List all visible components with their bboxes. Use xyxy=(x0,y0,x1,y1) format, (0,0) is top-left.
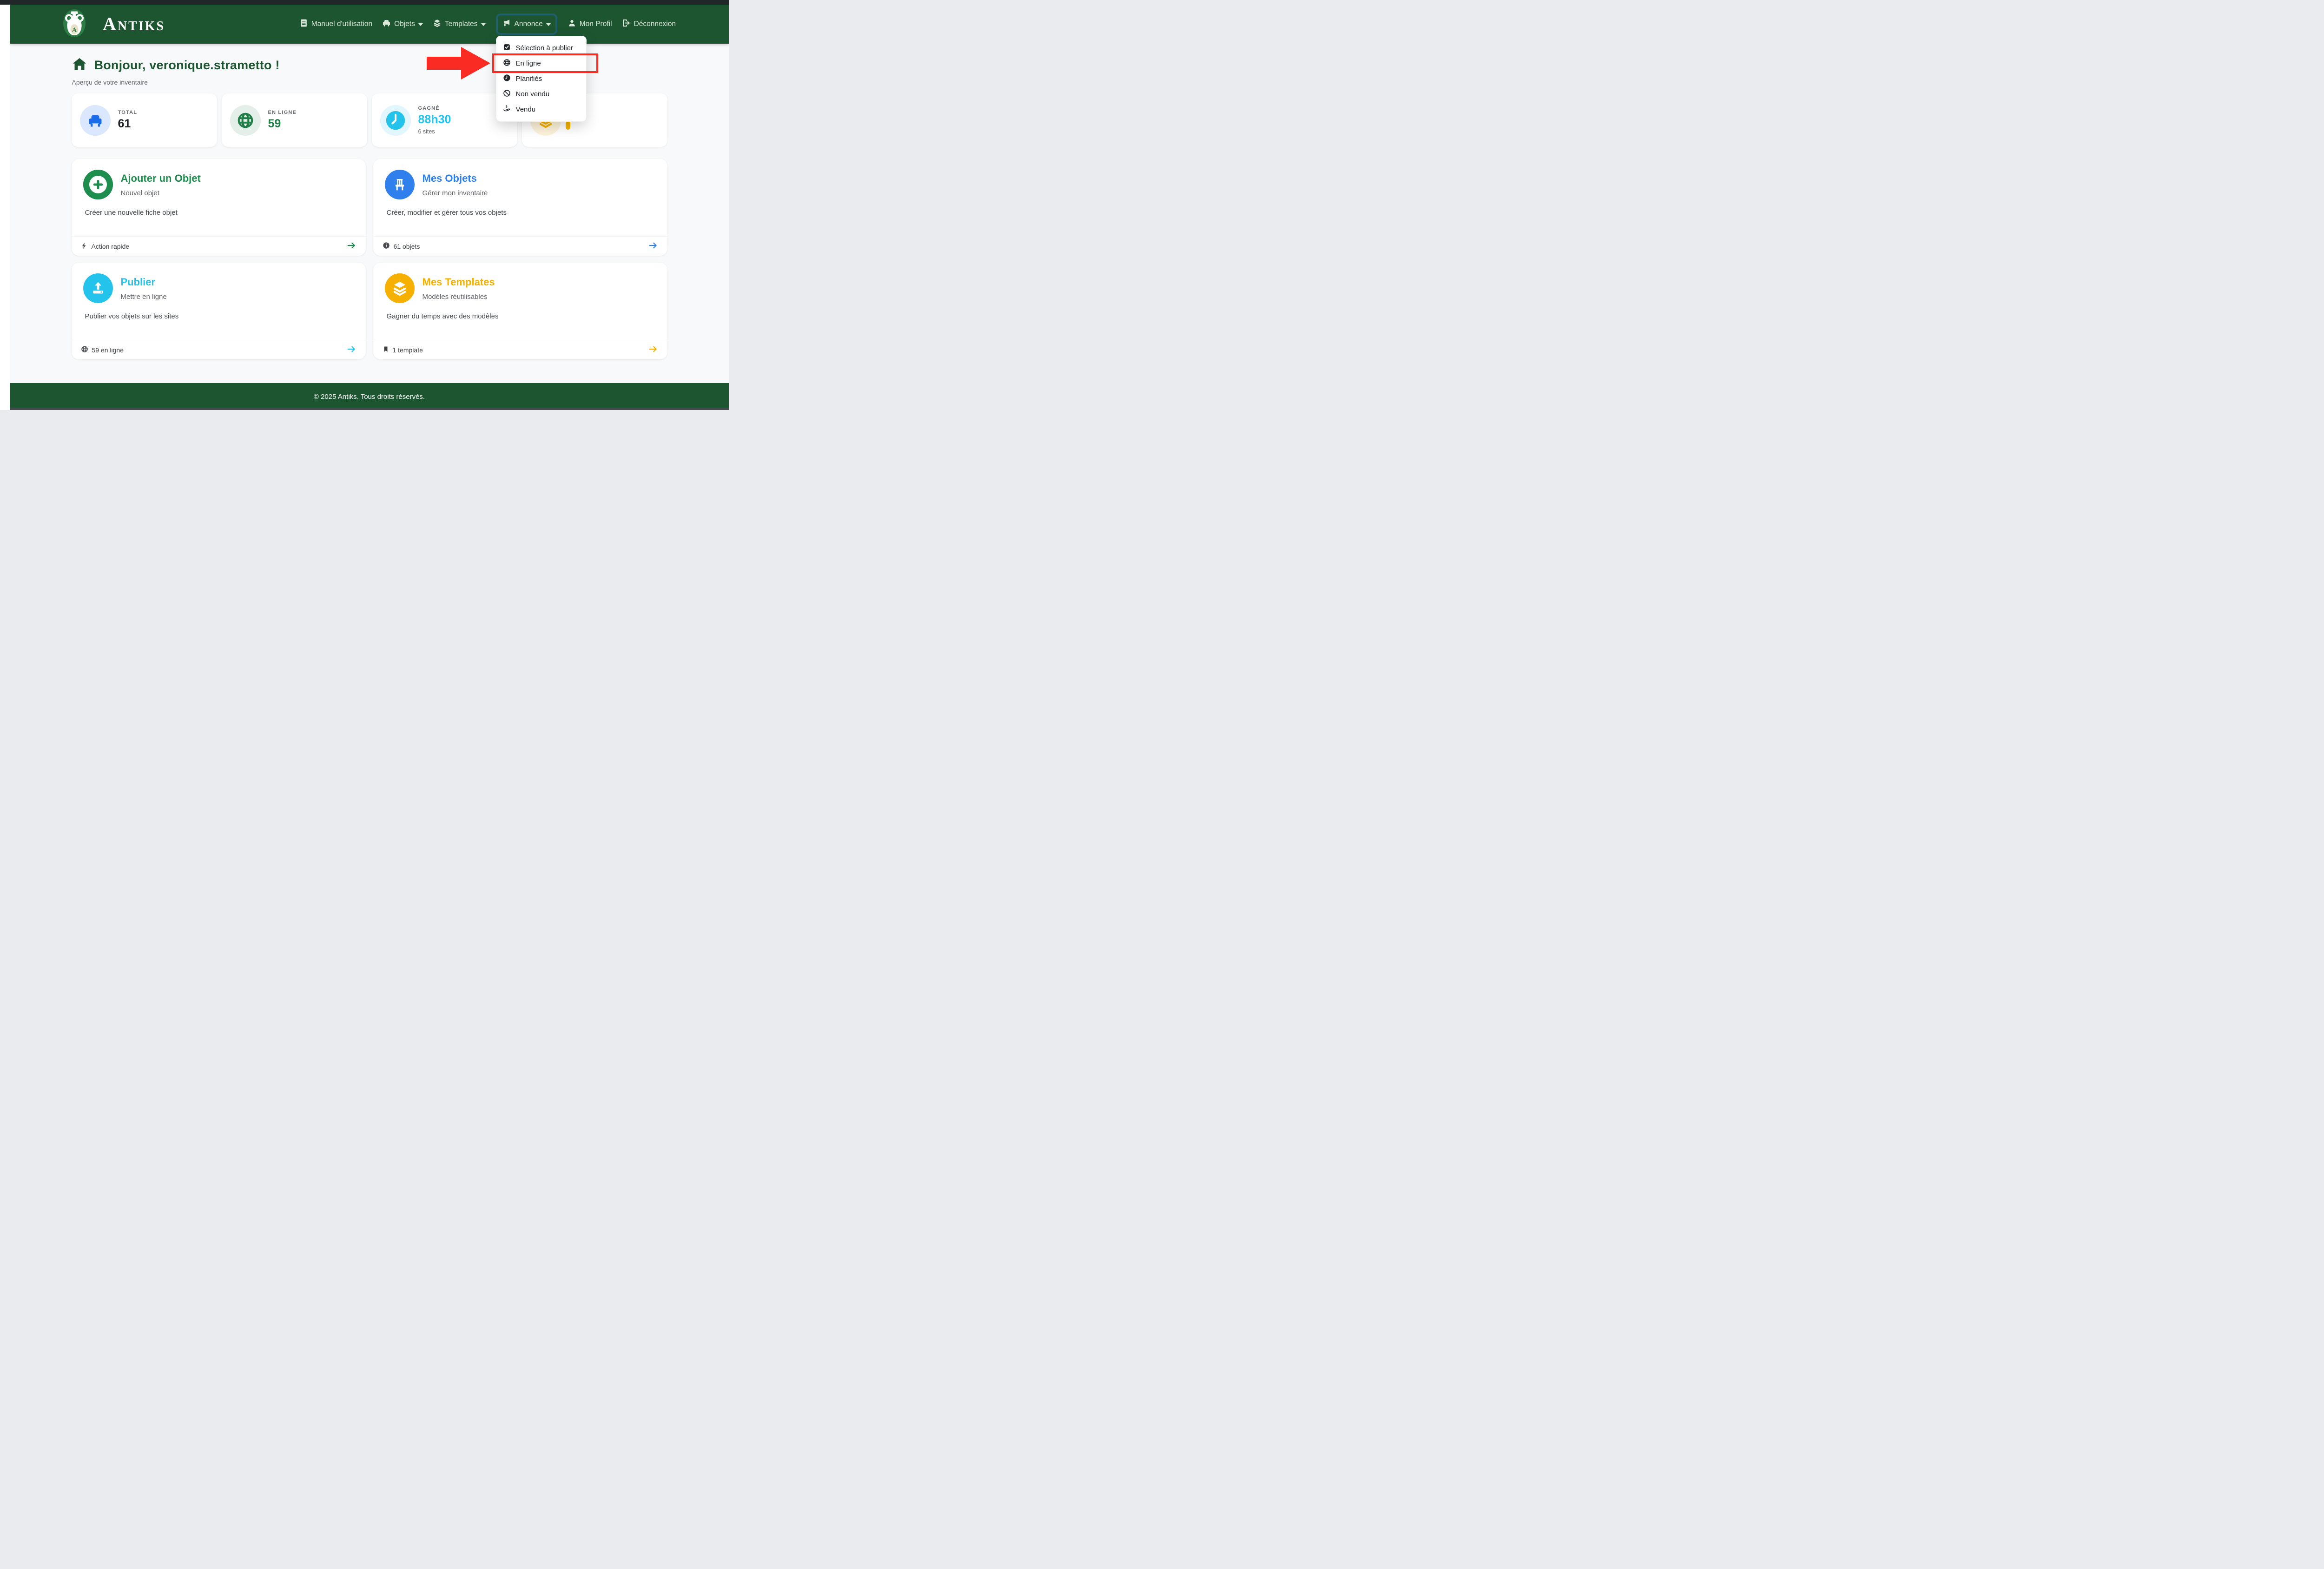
screen-left-margin xyxy=(0,5,10,410)
action-title: Mes Objets xyxy=(423,172,488,185)
stat-value: 88h30 xyxy=(418,113,451,126)
arrow-right-icon[interactable] xyxy=(648,345,658,355)
action-subtitle: Nouvel objet xyxy=(121,189,201,197)
checkbox-check-icon xyxy=(503,43,511,53)
stat-card-total: TOTAL 61 xyxy=(72,93,217,147)
stat-card-gagne: GAGNÉ 88h30 6 sites xyxy=(372,93,517,147)
action-footer-label: 61 objets xyxy=(394,243,420,250)
arrow-right-icon[interactable] xyxy=(347,345,357,355)
nav-label: Déconnexion xyxy=(634,20,676,28)
action-card-ajouter-objet[interactable]: Ajouter un Objet Nouvel objet Créer une … xyxy=(72,159,366,256)
copyright-text: © 2025 Antiks. Tous droits réservés. xyxy=(314,393,425,401)
action-footer-label: 1 template xyxy=(393,346,423,354)
upload-icon xyxy=(83,273,113,303)
clock-icon xyxy=(380,105,411,136)
stat-sub: 6 sites xyxy=(418,128,451,135)
menu-item-label: Vendu xyxy=(516,106,536,113)
svg-text:$: $ xyxy=(505,105,507,108)
lightning-icon xyxy=(81,242,88,251)
chair-icon xyxy=(385,170,415,199)
chevron-down-icon xyxy=(418,23,423,26)
action-description: Créer une nouvelle fiche objet xyxy=(72,199,366,217)
action-title: Ajouter un Objet xyxy=(121,172,201,185)
menu-item-en-ligne[interactable]: En ligne xyxy=(496,56,586,71)
bookmark-icon xyxy=(383,345,389,354)
plus-circle-icon xyxy=(83,170,113,199)
nav-label: Mon Profil xyxy=(580,20,612,28)
brand-home-link[interactable]: A Antiks xyxy=(63,9,165,40)
action-card-publier[interactable]: Publier Mettre en ligne Publier vos obje… xyxy=(72,263,366,359)
couch-icon xyxy=(382,19,391,30)
menu-item-vendu[interactable]: $ Vendu xyxy=(496,102,586,117)
action-footer-label: Action rapide xyxy=(92,243,130,250)
armchair-icon xyxy=(80,105,111,136)
page-title: Bonjour, veronique.strametto ! xyxy=(94,58,280,73)
app-header: A Antiks Manuel d'utilisation xyxy=(10,5,729,44)
menu-item-label: Sélection à publier xyxy=(516,44,573,52)
action-title: Publier xyxy=(121,276,167,288)
menu-item-label: Non vendu xyxy=(516,90,550,98)
nav-item-manual[interactable]: Manuel d'utilisation xyxy=(299,19,372,30)
globe-icon xyxy=(230,105,261,136)
action-subtitle: Modèles réutilisables xyxy=(423,293,495,301)
chevron-down-icon xyxy=(481,23,486,26)
screen-bottom-edge xyxy=(10,408,729,410)
clock-icon xyxy=(503,74,511,84)
action-description: Créer, modifier et gérer tous vos objets xyxy=(373,199,667,217)
nav-label: Manuel d'utilisation xyxy=(311,20,372,28)
book-icon xyxy=(299,19,308,30)
nav-item-objects[interactable]: Objets xyxy=(382,19,423,30)
menu-item-label: Planifiés xyxy=(516,75,542,83)
action-title: Mes Templates xyxy=(423,276,495,288)
action-card-mes-templates[interactable]: Mes Templates Modèles réutilisables Gagn… xyxy=(373,263,667,359)
home-icon xyxy=(72,56,87,74)
globe-icon xyxy=(81,345,88,354)
action-cards-grid: Ajouter un Objet Nouvel objet Créer une … xyxy=(72,159,667,359)
action-description: Gagner du temps avec des modèles xyxy=(373,303,667,320)
arrow-right-icon[interactable] xyxy=(648,241,658,251)
nav-item-templates[interactable]: Templates xyxy=(433,19,486,30)
action-footer-label: 59 en ligne xyxy=(92,346,124,354)
menu-item-planifies[interactable]: Planifiés xyxy=(496,71,586,86)
main-nav: Manuel d'utilisation Objets xyxy=(299,13,676,35)
stat-card-en-ligne: EN LIGNE 59 xyxy=(222,93,367,147)
info-icon xyxy=(383,242,390,251)
menu-item-non-vendu[interactable]: Non vendu xyxy=(496,86,586,102)
announce-dropdown-menu: Sélection à publier En ligne xyxy=(496,36,587,122)
amphora-logo-icon: A xyxy=(63,9,86,40)
hand-dollar-icon: $ xyxy=(503,105,511,114)
chevron-down-icon xyxy=(546,23,551,26)
nav-item-profile[interactable]: Mon Profil xyxy=(568,19,612,30)
logout-icon xyxy=(622,19,631,30)
megaphone-icon xyxy=(502,19,511,30)
stat-label: TOTAL xyxy=(118,110,138,115)
antiks-app: A Antiks Manuel d'utilisation xyxy=(10,5,729,410)
svg-text:A: A xyxy=(72,26,77,34)
nav-label: Templates xyxy=(445,20,478,28)
layers-icon xyxy=(385,273,415,303)
stat-value: 59 xyxy=(268,117,297,131)
action-subtitle: Gérer mon inventaire xyxy=(423,189,488,197)
layers-icon xyxy=(433,19,442,30)
brand-name: Antiks xyxy=(103,15,165,33)
action-card-mes-objets[interactable]: Mes Objets Gérer mon inventaire Créer, m… xyxy=(373,159,667,256)
ban-icon xyxy=(503,89,511,99)
stat-label: EN LIGNE xyxy=(268,110,297,115)
nav-item-announce[interactable]: Annonce Sélection à publier xyxy=(496,13,557,35)
globe-icon xyxy=(503,59,511,68)
nav-item-logout[interactable]: Déconnexion xyxy=(622,19,676,30)
person-icon xyxy=(568,19,576,30)
site-footer: © 2025 Antiks. Tous droits réservés. xyxy=(10,383,729,410)
nav-label: Objets xyxy=(394,20,415,28)
nav-label: Annonce xyxy=(515,20,543,28)
arrow-right-icon[interactable] xyxy=(347,241,357,251)
menu-item-label: En ligne xyxy=(516,60,541,67)
stat-label: GAGNÉ xyxy=(418,106,451,111)
menu-item-selection-a-publier[interactable]: Sélection à publier xyxy=(496,40,586,56)
action-description: Publier vos objets sur les sites xyxy=(72,303,366,320)
screen-top-edge xyxy=(0,0,729,5)
action-subtitle: Mettre en ligne xyxy=(121,293,167,301)
stat-value: 61 xyxy=(118,117,138,131)
